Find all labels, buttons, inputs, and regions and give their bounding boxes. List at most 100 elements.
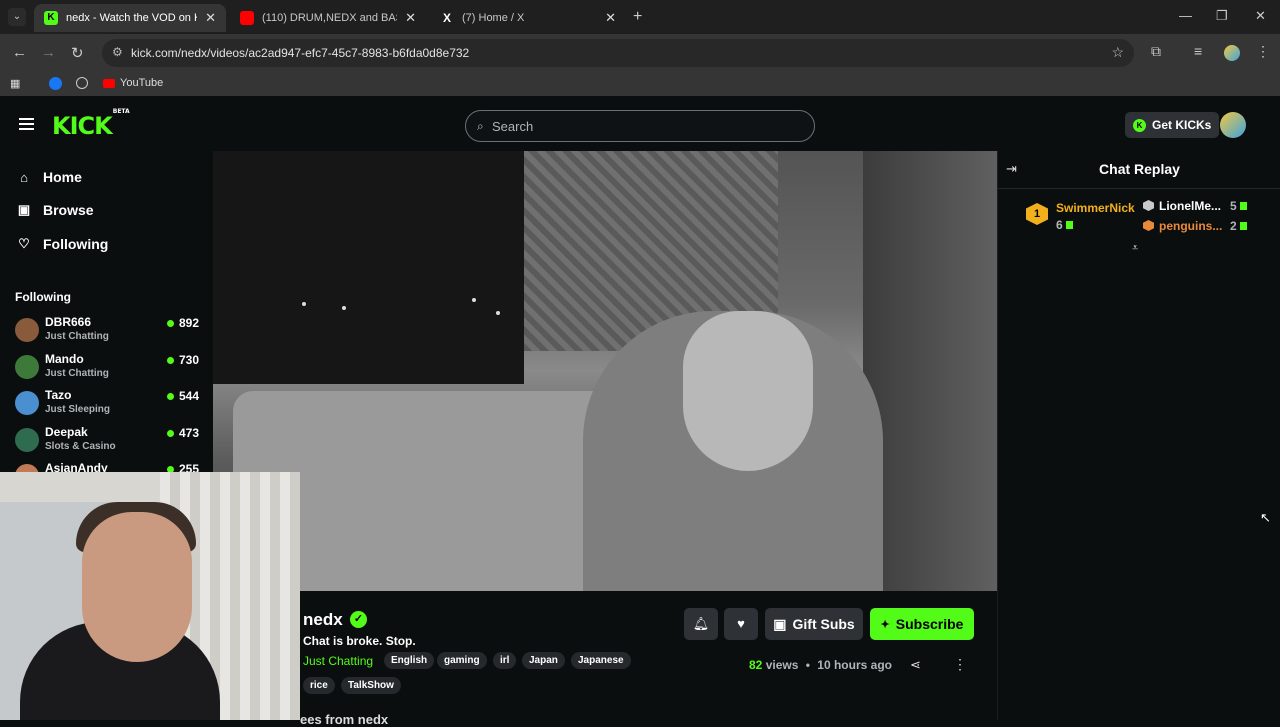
media-control-icon[interactable]: ≡ — [1194, 43, 1202, 59]
tag[interactable]: TalkShow — [341, 677, 401, 694]
video-player[interactable] — [213, 151, 997, 591]
tag[interactable]: English — [384, 652, 435, 669]
chat-replay-panel: ⇥ Chat Replay 1 SwimmerNick 6 LionelMe..… — [997, 150, 1280, 720]
browser-tab-youtube[interactable]: (110) DRUM,NEDX and BASS - Y ✕ — [230, 4, 426, 32]
expand-leaderboard-icon[interactable]: ⩡ — [1132, 242, 1138, 255]
subscribe-label: Subscribe — [895, 616, 964, 632]
bell-icon: 🔔︎ — [692, 616, 710, 631]
bookmark-facebook[interactable] — [49, 77, 62, 90]
restore-icon[interactable]: ❐ — [1216, 8, 1228, 24]
channel-name: Tazo — [45, 388, 72, 402]
sparkle-icon: ✦ — [880, 618, 890, 631]
gift-icon — [1239, 222, 1247, 230]
tag[interactable]: Japan — [522, 652, 565, 669]
gifter-count: 6 — [1056, 218, 1073, 232]
sidebar-item-browse[interactable]: ▣ Browse — [16, 202, 94, 218]
share-icon[interactable]: ⋖ — [910, 657, 921, 673]
follow-button[interactable]: ♥ — [724, 608, 758, 640]
followed-channel[interactable]: Tazo Just Sleeping 544 — [15, 387, 199, 419]
more-options-icon[interactable]: ⋮ — [953, 656, 967, 673]
gifter-name[interactable]: SwimmerNick — [1056, 201, 1135, 215]
video-frame-streamer-head — [683, 311, 813, 471]
browser-tab-x[interactable]: X (7) Home / X ✕ — [430, 4, 626, 32]
browser-menu-icon[interactable]: ⋮ — [1256, 43, 1270, 60]
url-field[interactable]: ⚙ kick.com/nedx/videos/ac2ad947-efc7-45c… — [102, 39, 1134, 67]
channel-name: DBR666 — [45, 315, 92, 329]
gifter-entry[interactable]: LionelMe... — [1143, 199, 1221, 213]
bookmark-globe[interactable] — [76, 77, 88, 89]
close-window-icon[interactable]: ✕ — [1255, 8, 1266, 24]
avatar — [15, 428, 39, 452]
tab-title: (110) DRUM,NEDX and BASS - Y — [262, 12, 397, 24]
tag[interactable]: gaming — [437, 652, 487, 669]
sidebar-item-following[interactable]: ♡ Following — [16, 236, 108, 252]
subscribe-button[interactable]: ✦ Subscribe — [870, 608, 974, 640]
followed-channel[interactable]: Deepak Slots & Casino 473 — [15, 424, 199, 456]
rank-badge-icon — [1143, 220, 1154, 231]
home-icon: ⌂ — [20, 169, 28, 185]
live-dot-icon — [166, 430, 174, 437]
tab-search-button[interactable]: ⌄ — [8, 8, 26, 26]
close-tab-icon[interactable]: ✕ — [605, 10, 616, 26]
search-icon: ⌕ — [477, 119, 484, 133]
sidebar-item-home[interactable]: ⌂ Home — [16, 169, 82, 185]
followed-channel[interactable]: Mando Just Chatting 730 — [15, 351, 199, 383]
notification-bell-button[interactable]: 🔔︎ — [684, 608, 718, 640]
bookmark-youtube[interactable]: YouTube — [103, 77, 163, 89]
x-icon: X — [442, 11, 451, 25]
new-tab-button[interactable]: + — [633, 8, 642, 26]
kick-logo[interactable]: KICKBETA — [52, 108, 130, 140]
divider — [998, 188, 1280, 189]
tag[interactable]: Japanese — [571, 652, 631, 669]
channel-name[interactable]: nedx — [303, 610, 343, 630]
channel-category: Slots & Casino — [45, 441, 116, 452]
viewer-count: 892 — [166, 316, 199, 330]
url-text[interactable]: kick.com/nedx/videos/ac2ad947-efc7-45c7-… — [131, 46, 469, 60]
heart-icon: ♥ — [737, 616, 745, 631]
forward-icon[interactable]: → — [41, 44, 56, 61]
extensions-icon[interactable]: ⧉ — [1151, 43, 1161, 60]
chat-title: Chat Replay — [1099, 161, 1180, 177]
gifter-name: LionelMe... — [1159, 199, 1222, 213]
gifter-entry[interactable]: penguins... — [1143, 219, 1222, 233]
category-link[interactable]: Just Chatting — [303, 654, 373, 668]
apps-grid-icon[interactable]: ▦ — [10, 77, 20, 90]
address-bar-row: ← → ↻ ⚙ kick.com/nedx/videos/ac2ad947-ef… — [0, 34, 1280, 72]
avatar — [15, 318, 39, 342]
channel-category: Just Chatting — [45, 368, 109, 379]
video-frame-window — [213, 151, 524, 384]
views-count: 82 — [749, 658, 763, 672]
menu-icon[interactable] — [19, 118, 34, 130]
bookmark-star-icon[interactable]: ☆ — [1111, 44, 1124, 61]
minimize-icon[interactable]: — — [1179, 8, 1192, 23]
rank-badge-icon — [1143, 200, 1154, 211]
search-input[interactable]: ⌕ Search — [465, 110, 815, 142]
vod-meta: 82 views • 10 hours ago — [749, 658, 892, 672]
mouse-cursor-icon: ↖ — [1260, 510, 1271, 525]
views-label: views — [765, 658, 799, 672]
tag[interactable]: irl — [493, 652, 517, 669]
back-icon[interactable]: ← — [12, 44, 27, 61]
bookmarks-bar: ▦ YouTube — [0, 72, 1280, 96]
reload-icon[interactable]: ↻ — [71, 44, 84, 62]
kick-icon: K — [44, 11, 58, 25]
following-heading: Following — [15, 290, 71, 304]
gifter-name: penguins... — [1159, 219, 1223, 233]
profile-avatar[interactable] — [1224, 45, 1240, 61]
verified-badge-icon: ✓ — [350, 611, 367, 628]
close-tab-icon[interactable]: ✕ — [205, 10, 216, 26]
sidebar-item-label: Following — [43, 236, 109, 252]
followed-channel[interactable]: DBR666 Just Chatting 892 — [15, 314, 199, 346]
get-kicks-label: Get KICKs — [1152, 118, 1212, 132]
user-avatar[interactable] — [1220, 112, 1246, 138]
youtube-icon — [240, 11, 254, 25]
gift-icon — [1239, 202, 1247, 210]
rank-badge-icon: 1 — [1026, 203, 1048, 225]
site-info-icon[interactable]: ⚙ — [112, 45, 123, 59]
close-tab-icon[interactable]: ✕ — [405, 10, 416, 26]
get-kicks-button[interactable]: K Get KICKs — [1125, 112, 1220, 138]
gift-subs-button[interactable]: ▣ Gift Subs — [765, 608, 863, 640]
channel-category: Just Sleeping — [45, 404, 111, 415]
browser-tab-kick[interactable]: K nedx - Watch the VOD on Kick ✕ — [34, 4, 226, 32]
tag[interactable]: rice — [303, 677, 335, 694]
